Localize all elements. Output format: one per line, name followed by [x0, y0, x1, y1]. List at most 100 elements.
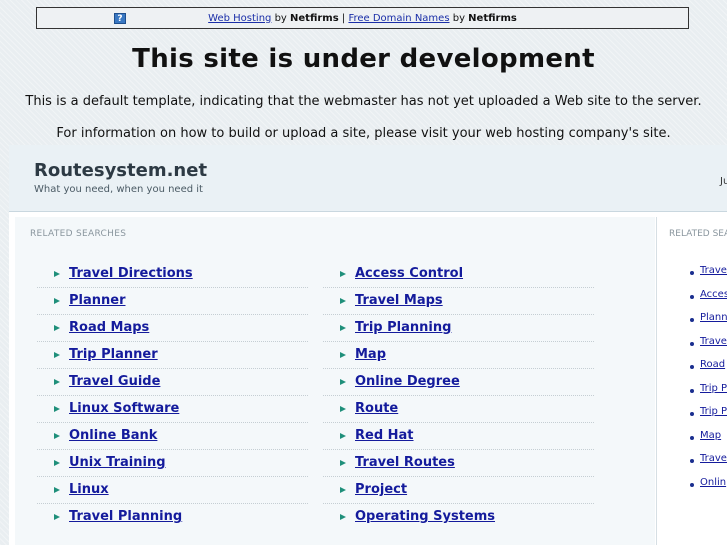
list-item: Project	[323, 477, 594, 504]
side-related-link[interactable]: Travel	[700, 336, 727, 347]
side-related-link[interactable]: Trip P	[700, 383, 727, 394]
site-tagline: What you need, when you need it	[34, 184, 203, 195]
side-list-item: Onlin	[657, 475, 727, 499]
list-item: Red Hat	[323, 423, 594, 450]
dot-bullet-icon	[690, 271, 694, 275]
related-searches-heading: RELATED SEARCHES	[30, 229, 127, 239]
arrow-bullet-icon	[54, 433, 60, 439]
related-search-link[interactable]: Access Control	[355, 266, 463, 281]
list-item: Access Control	[323, 261, 594, 288]
arrow-bullet-icon	[54, 460, 60, 466]
arrow-bullet-icon	[340, 487, 346, 493]
related-search-link[interactable]: Online Degree	[355, 374, 460, 389]
dot-bullet-icon	[690, 365, 694, 369]
list-item: Travel Guide	[37, 369, 308, 396]
side-list-item: Access	[657, 287, 727, 311]
side-related-link[interactable]: Access	[700, 289, 727, 300]
site-title[interactable]: Routesystem.net	[34, 160, 207, 181]
dot-bullet-icon	[690, 482, 694, 487]
related-search-link[interactable]: Trip Planning	[355, 320, 451, 335]
question-icon: ?	[114, 13, 126, 24]
arrow-bullet-icon	[340, 298, 346, 304]
related-searches-panel: RELATED SEARCHES Travel Directions Planne…	[15, 217, 655, 545]
parked-page-frame: Routesystem.net What you need, when you …	[9, 145, 727, 545]
dot-bullet-icon	[690, 388, 694, 393]
site-header: Routesystem.net What you need, when you …	[9, 145, 727, 212]
list-item: Map	[323, 342, 594, 369]
web-hosting-link[interactable]: Web Hosting	[208, 13, 271, 24]
arrow-bullet-icon	[54, 379, 60, 385]
side-related-panel: RELATED SEA TravelAccessPlannTravelRoadT…	[656, 217, 727, 545]
side-related-list: Travel Access Plann Travel Road Trip P Trip P M…	[657, 263, 727, 498]
side-list-item: Map	[657, 428, 727, 452]
related-search-link[interactable]: Planner	[69, 293, 126, 308]
list-item: Unix Training	[37, 450, 308, 477]
side-list-item: Travel	[657, 263, 727, 287]
side-list-item: Trip P	[657, 381, 727, 405]
list-item: Online Degree	[323, 369, 594, 396]
list-item: Travel Routes	[323, 450, 594, 477]
related-search-link[interactable]: Map	[355, 347, 386, 362]
list-item: Road Maps	[37, 315, 308, 342]
side-list-item: Trip P	[657, 404, 727, 428]
links-column-1: Travel Directions Planner Road Maps Trip Pl…	[37, 261, 308, 531]
related-search-link[interactable]: Travel Directions	[69, 266, 193, 281]
side-list-item: Plann	[657, 310, 727, 334]
side-related-link[interactable]: Onlin	[700, 477, 726, 488]
arrow-bullet-icon	[340, 460, 346, 466]
related-search-link[interactable]: Road Maps	[69, 320, 149, 335]
related-search-link[interactable]: Travel Routes	[355, 455, 455, 470]
side-list-item: Travel	[657, 451, 727, 475]
related-search-link[interactable]: Operating Systems	[355, 509, 495, 524]
arrow-bullet-icon	[54, 487, 60, 493]
side-related-link[interactable]: Plann	[700, 312, 727, 323]
dot-bullet-icon	[690, 341, 694, 346]
arrow-bullet-icon	[340, 379, 346, 385]
side-related-link[interactable]: Travel	[700, 453, 727, 464]
template-notice: This is a default template, indicating t…	[25, 94, 702, 109]
related-search-link[interactable]: Travel Guide	[69, 374, 160, 389]
side-list-item: Travel	[657, 334, 727, 358]
free-domain-link[interactable]: Free Domain Names	[348, 13, 449, 24]
related-search-link[interactable]: Route	[355, 401, 398, 416]
list-item: Travel Directions	[37, 261, 308, 288]
page-title: This site is under development	[132, 44, 595, 74]
dot-bullet-icon	[690, 412, 694, 416]
arrow-bullet-icon	[340, 433, 346, 439]
list-item: Travel Planning	[37, 504, 308, 531]
dot-bullet-icon	[690, 318, 694, 322]
related-search-link[interactable]: Trip Planner	[69, 347, 158, 362]
list-item: Planner	[37, 288, 308, 315]
related-search-link[interactable]: Project	[355, 482, 407, 497]
arrow-bullet-icon	[54, 514, 60, 520]
dot-bullet-icon	[690, 435, 694, 440]
list-item: Linux Software	[37, 396, 308, 423]
list-item: Linux	[37, 477, 308, 504]
list-item: Trip Planner	[37, 342, 308, 369]
hosting-info-notice: For information on how to build or uploa…	[56, 126, 671, 141]
side-related-link[interactable]: Travel	[700, 265, 727, 276]
list-item: Travel Maps	[323, 288, 594, 315]
related-search-link[interactable]: Unix Training	[69, 455, 166, 470]
arrow-bullet-icon	[54, 406, 60, 412]
related-search-link[interactable]: Linux Software	[69, 401, 179, 416]
list-item: Trip Planning	[323, 315, 594, 342]
side-related-link[interactable]: Map	[700, 430, 721, 441]
related-search-link[interactable]: Red Hat	[355, 428, 414, 443]
related-search-link[interactable]: Travel Planning	[69, 509, 182, 524]
dot-bullet-icon	[690, 294, 694, 299]
list-item: Online Bank	[37, 423, 308, 450]
arrow-bullet-icon	[54, 352, 60, 358]
arrow-bullet-icon	[340, 514, 346, 520]
related-search-link[interactable]: Online Bank	[69, 428, 157, 443]
arrow-bullet-icon	[54, 298, 60, 304]
list-item: Operating Systems	[323, 504, 594, 531]
side-related-link[interactable]: Road	[700, 359, 725, 370]
header-right-text: Ju	[720, 176, 727, 187]
related-search-link[interactable]: Travel Maps	[355, 293, 443, 308]
side-related-link[interactable]: Trip P	[700, 406, 727, 417]
related-search-link[interactable]: Linux	[69, 482, 109, 497]
arrow-bullet-icon	[340, 271, 346, 277]
side-related-heading: RELATED SEA	[669, 229, 727, 239]
arrow-bullet-icon	[340, 406, 346, 412]
